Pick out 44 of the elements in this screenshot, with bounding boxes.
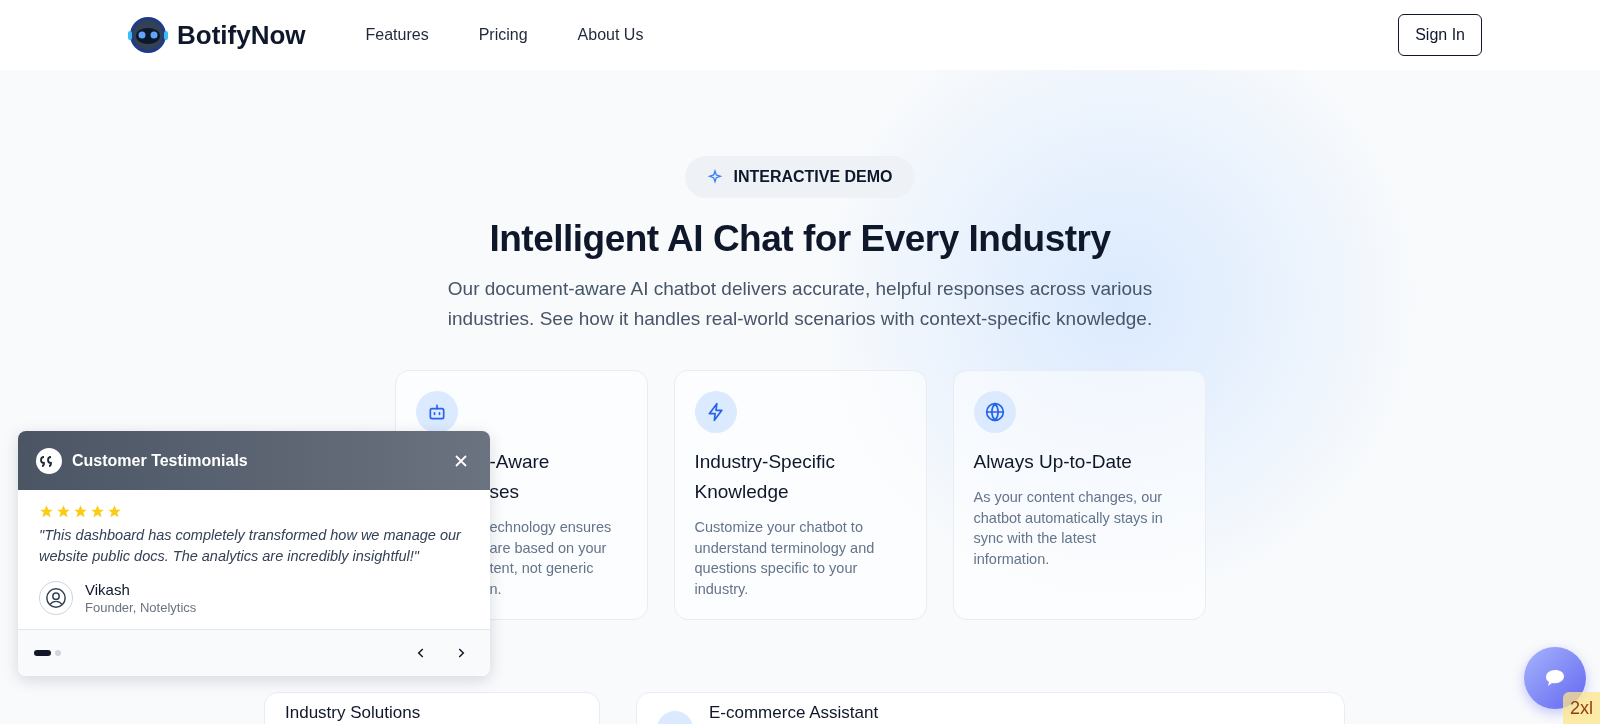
robot-logo xyxy=(127,16,169,54)
brand-name: BotifyNow xyxy=(177,19,306,51)
feature-text: sync with the latest xyxy=(973,529,1097,548)
feature-text: n. xyxy=(489,579,503,599)
feature-text: As your content changes, our xyxy=(973,488,1164,507)
feature-text: tent, not generic xyxy=(489,559,595,578)
feature-text: chatbot automatically stays in xyxy=(973,508,1164,528)
close-icon xyxy=(454,453,468,468)
author-name: Vikash xyxy=(85,581,131,598)
star-icon xyxy=(56,504,71,519)
quote-icon xyxy=(36,447,62,474)
sparkle-icon xyxy=(707,169,724,185)
speech-bubble-icon xyxy=(1545,669,1565,687)
testimonial-quote: "This dashboard has completely transformed how we manage our website public docs. The analytics are incredibly insightful!" xyxy=(39,526,463,566)
star-icon xyxy=(39,504,54,519)
globe-icon xyxy=(984,402,1005,422)
sign-in-button[interactable]: Sign In xyxy=(1398,14,1482,56)
author-role: Founder, Notelytics xyxy=(85,600,197,615)
feature-text: industry. xyxy=(694,579,750,599)
breakpoint-badge: 2xl xyxy=(1563,692,1600,724)
nav-link[interactable]: About Us xyxy=(577,26,644,44)
pagination-dot[interactable] xyxy=(55,650,61,656)
feature-text: information. xyxy=(973,549,1051,569)
feature-title: Always Up-to-Date xyxy=(973,450,1133,474)
feature-text: understand terminology and xyxy=(694,538,876,558)
feature-title: Knowledge xyxy=(694,480,790,504)
feature-text: Customize your chatbot to xyxy=(694,518,864,537)
nav-link[interactable]: Pricing xyxy=(478,26,528,44)
feature-text: echnology ensures xyxy=(489,518,613,537)
star-icon xyxy=(73,504,88,519)
hero-subtitle: Our document-aware AI chatbot delivers accurate, helpful responses across various industries. See how it handles real-world scenarios with context-specific knowledge. xyxy=(446,277,1154,331)
feature-title: Industry-Specific xyxy=(694,450,836,474)
popup-title: Customer Testimonials xyxy=(72,451,249,470)
feature-title: -Aware xyxy=(489,450,551,474)
star-icon xyxy=(90,504,105,519)
feature-text: are based on your xyxy=(489,538,608,558)
nav-link[interactable]: Features xyxy=(365,26,429,44)
star-icon xyxy=(107,504,122,519)
card-title: Industry Solutions xyxy=(285,703,421,724)
hero-title: Intelligent AI Chat for Every Industry xyxy=(489,218,1111,260)
feature-title: ses xyxy=(489,480,521,504)
card-title: E-commerce Assistant xyxy=(709,703,879,724)
feature-text: questions specific to your xyxy=(694,559,859,578)
badge-label: INTERACTIVE DEMO xyxy=(733,168,893,186)
